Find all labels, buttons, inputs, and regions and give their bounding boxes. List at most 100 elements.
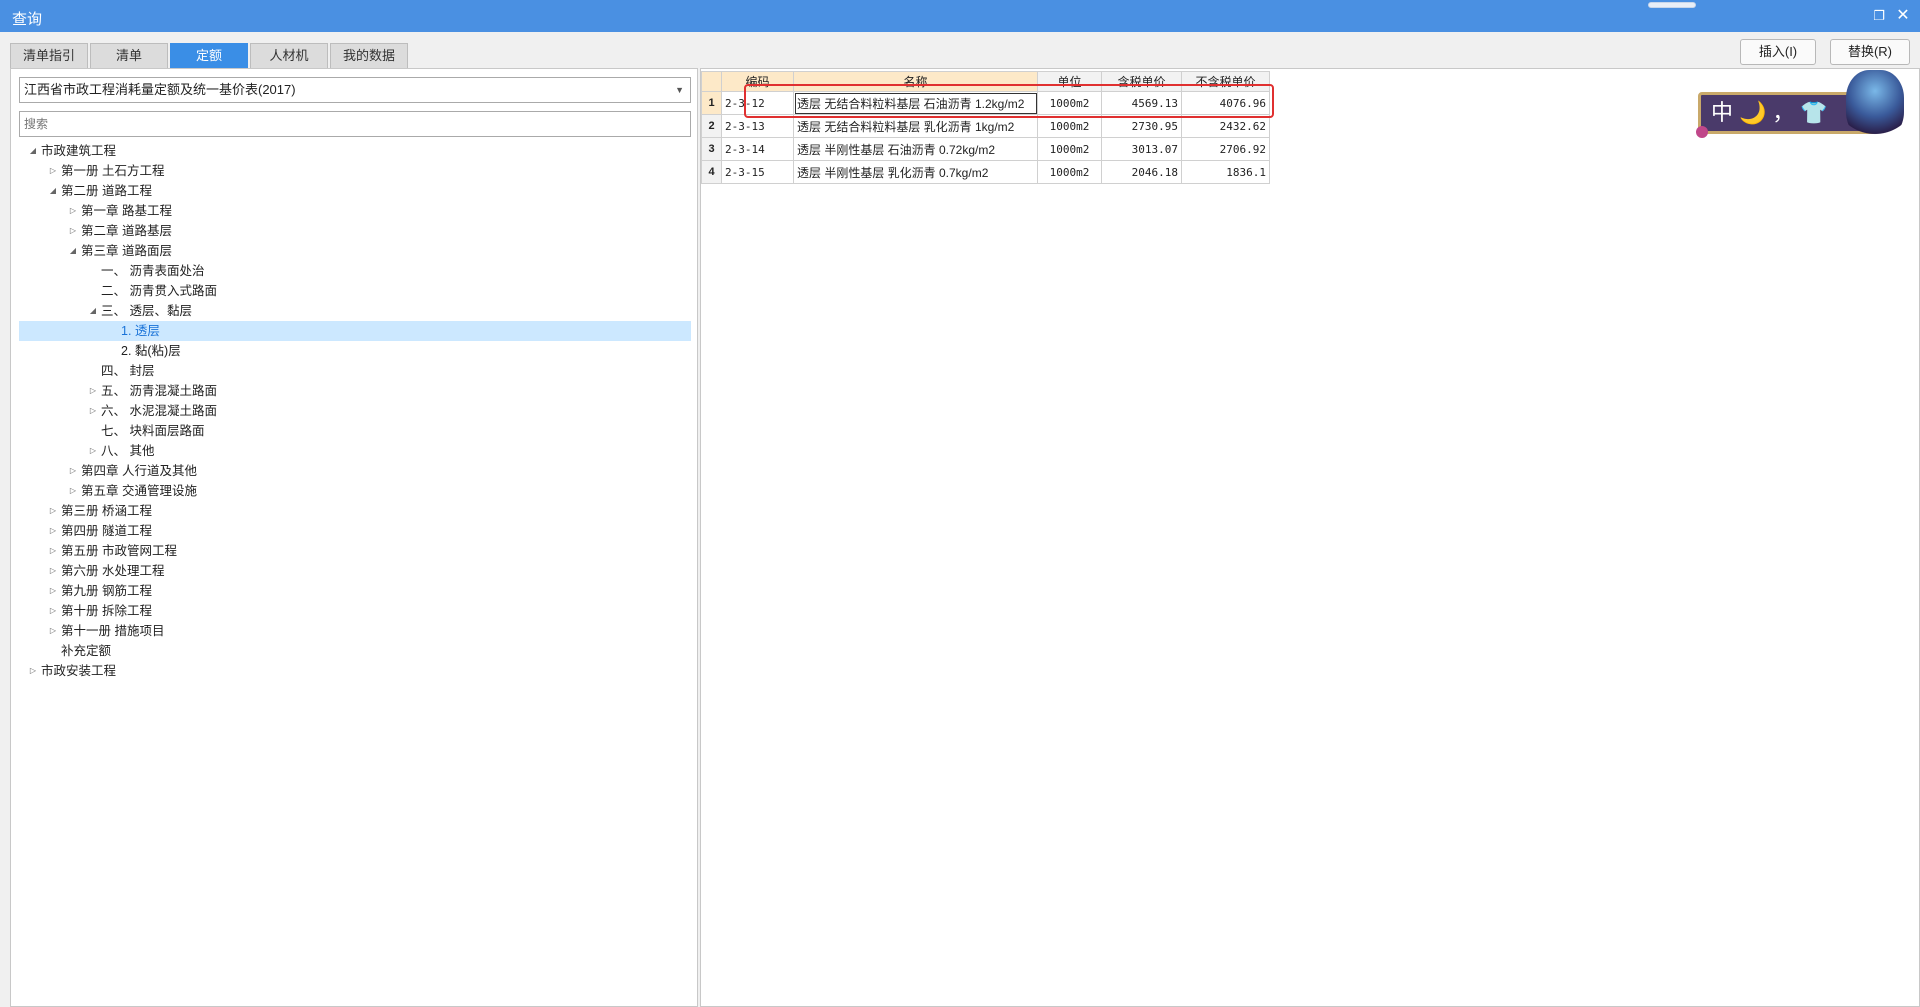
tree-item-label: 第十一册 措施项目 <box>61 624 165 638</box>
search-input[interactable] <box>20 112 690 136</box>
header-tax-price[interactable]: 含税单价 <box>1101 71 1182 92</box>
cell-code[interactable]: 2-3-14 <box>721 137 794 161</box>
tree-item[interactable]: ▷ 第三册 桥涵工程 <box>19 501 691 521</box>
tree-item[interactable]: 2. 黏(粘)层 <box>19 341 691 361</box>
cell-code[interactable]: 2-3-12 <box>721 91 794 115</box>
cell-unit[interactable]: 1000m2 <box>1037 91 1102 115</box>
drag-grip[interactable] <box>1648 2 1696 8</box>
tab-bill-guide[interactable]: 清单指引 <box>10 43 88 69</box>
tree-item[interactable]: 补充定额 <box>19 641 691 661</box>
collapsed-triangle-icon[interactable]: ▷ <box>47 161 59 181</box>
tree-item[interactable]: 四、 封层 <box>19 361 691 381</box>
table-row[interactable]: 3 2-3-14 透层 半刚性基层 石油沥青 0.72kg/m2 1000m2 … <box>701 137 1270 161</box>
tree-item[interactable]: 二、 沥青贯入式路面 <box>19 281 691 301</box>
header-code[interactable]: 编码 <box>721 71 794 92</box>
expanded-triangle-icon[interactable]: ◢ <box>27 141 39 161</box>
tree-item[interactable]: ▷ 市政安装工程 <box>19 661 691 681</box>
tree-item[interactable]: 一、 沥青表面处治 <box>19 261 691 281</box>
replace-button[interactable]: 替换(R) <box>1830 39 1910 65</box>
tree-item-label: 第三册 桥涵工程 <box>61 504 152 518</box>
restore-icon[interactable]: ❐ <box>1870 7 1888 25</box>
cell-code[interactable]: 2-3-13 <box>721 114 794 138</box>
tab-bar: 清单指引 清单 定额 人材机 我的数据 <box>10 43 408 69</box>
cell-unit[interactable]: 1000m2 <box>1037 160 1102 184</box>
search-field[interactable] <box>19 111 691 137</box>
cell-notax-price[interactable]: 2706.92 <box>1181 137 1270 161</box>
tree-item[interactable]: ◢ 三、 透层、黏层 <box>19 301 691 321</box>
chevron-down-icon[interactable]: ▼ <box>675 78 684 102</box>
collapsed-triangle-icon[interactable]: ▷ <box>67 221 79 241</box>
tree-item[interactable]: ▷ 第五册 市政管网工程 <box>19 541 691 561</box>
collapsed-triangle-icon[interactable]: ▷ <box>87 381 99 401</box>
expanded-triangle-icon[interactable]: ◢ <box>67 241 79 261</box>
cell-notax-price[interactable]: 1836.1 <box>1181 160 1270 184</box>
tree-item[interactable]: ▷ 第九册 钢筋工程 <box>19 581 691 601</box>
tree-item[interactable]: 1. 透层 <box>19 321 691 341</box>
header-unit[interactable]: 单位 <box>1037 71 1102 92</box>
collapsed-triangle-icon[interactable]: ▷ <box>47 621 59 641</box>
tree-item[interactable]: ▷ 第一册 土石方工程 <box>19 161 691 181</box>
collapsed-triangle-icon[interactable]: ▷ <box>87 441 99 461</box>
tree-item[interactable]: ▷ 第一章 路基工程 <box>19 201 691 221</box>
tree-item[interactable]: ◢ 第二册 道路工程 <box>19 181 691 201</box>
quota-library-select[interactable]: 江西省市政工程消耗量定额及统一基价表(2017) ▼ <box>19 77 691 103</box>
collapsed-triangle-icon[interactable]: ▷ <box>47 581 59 601</box>
collapsed-triangle-icon[interactable]: ▷ <box>47 561 59 581</box>
floating-avatar-badge[interactable]: 中🌙，👕 <box>1696 70 1906 142</box>
cell-name[interactable]: 透层 无结合料粒料基层 乳化沥青 1kg/m2 <box>793 114 1038 138</box>
tree-item[interactable]: ◢ 市政建筑工程 <box>19 141 691 161</box>
cell-unit[interactable]: 1000m2 <box>1037 114 1102 138</box>
expanded-triangle-icon[interactable]: ◢ <box>87 301 99 321</box>
cell-tax-price[interactable]: 2046.18 <box>1101 160 1182 184</box>
expanded-triangle-icon[interactable]: ◢ <box>47 181 59 201</box>
tree-item[interactable]: ▷ 第六册 水处理工程 <box>19 561 691 581</box>
cell-name[interactable]: 透层 半刚性基层 乳化沥青 0.7kg/m2 <box>793 160 1038 184</box>
tree-item-label: 七、 块料面层路面 <box>101 424 205 438</box>
table-row[interactable]: 4 2-3-15 透层 半刚性基层 乳化沥青 0.7kg/m2 1000m2 2… <box>701 160 1270 184</box>
collapsed-triangle-icon[interactable]: ▷ <box>47 541 59 561</box>
cell-tax-price[interactable]: 2730.95 <box>1101 114 1182 138</box>
tree-item[interactable]: ▷ 第十一册 措施项目 <box>19 621 691 641</box>
tree-item[interactable]: ▷ 五、 沥青混凝土路面 <box>19 381 691 401</box>
tree-item[interactable]: ◢ 第三章 道路面层 <box>19 241 691 261</box>
collapsed-triangle-icon[interactable]: ▷ <box>87 401 99 421</box>
collapsed-triangle-icon[interactable]: ▷ <box>67 461 79 481</box>
flower-icon <box>1696 126 1708 138</box>
tab-bill[interactable]: 清单 <box>90 43 168 69</box>
tab-my-data[interactable]: 我的数据 <box>330 43 408 69</box>
collapsed-triangle-icon[interactable]: ▷ <box>67 201 79 221</box>
tab-quota[interactable]: 定额 <box>170 43 248 69</box>
tree-item-label: 补充定额 <box>61 644 112 658</box>
cell-notax-price[interactable]: 4076.96 <box>1181 91 1270 115</box>
tree-item[interactable]: ▷ 八、 其他 <box>19 441 691 461</box>
cell-notax-price[interactable]: 2432.62 <box>1181 114 1270 138</box>
header-name[interactable]: 名称 <box>793 71 1038 92</box>
tree-item[interactable]: ▷ 第十册 拆除工程 <box>19 601 691 621</box>
tree-item[interactable]: 七、 块料面层路面 <box>19 421 691 441</box>
cell-tax-price[interactable]: 3013.07 <box>1101 137 1182 161</box>
tree-item[interactable]: ▷ 第二章 道路基层 <box>19 221 691 241</box>
tree-item[interactable]: ▷ 第五章 交通管理设施 <box>19 481 691 501</box>
cell-unit[interactable]: 1000m2 <box>1037 137 1102 161</box>
collapsed-triangle-icon[interactable]: ▷ <box>47 521 59 541</box>
cell-code[interactable]: 2-3-15 <box>721 160 794 184</box>
tree-item[interactable]: ▷ 第四章 人行道及其他 <box>19 461 691 481</box>
tree-item[interactable]: ▷ 第四册 隧道工程 <box>19 521 691 541</box>
cell-name[interactable]: 透层 无结合料粒料基层 石油沥青 1.2kg/m2 <box>793 91 1038 115</box>
close-icon[interactable]: ✕ <box>1894 7 1912 25</box>
collapsed-triangle-icon[interactable]: ▷ <box>47 601 59 621</box>
tab-labor-material-machine[interactable]: 人材机 <box>250 43 328 69</box>
cell-name[interactable]: 透层 半刚性基层 石油沥青 0.72kg/m2 <box>793 137 1038 161</box>
collapsed-triangle-icon[interactable]: ▷ <box>67 481 79 501</box>
header-notax-price[interactable]: 不含税单价 <box>1181 71 1270 92</box>
tree-item[interactable]: ▷ 六、 水泥混凝土路面 <box>19 401 691 421</box>
collapsed-triangle-icon[interactable]: ▷ <box>47 501 59 521</box>
cell-tax-price[interactable]: 4569.13 <box>1101 91 1182 115</box>
table-row[interactable]: 2 2-3-13 透层 无结合料粒料基层 乳化沥青 1kg/m2 1000m2 … <box>701 114 1270 138</box>
collapsed-triangle-icon[interactable]: ▷ <box>27 661 39 681</box>
table-row[interactable]: 1 2-3-12 透层 无结合料粒料基层 石油沥青 1.2kg/m2 1000m… <box>701 91 1270 115</box>
insert-button[interactable]: 插入(I) <box>1740 39 1816 65</box>
